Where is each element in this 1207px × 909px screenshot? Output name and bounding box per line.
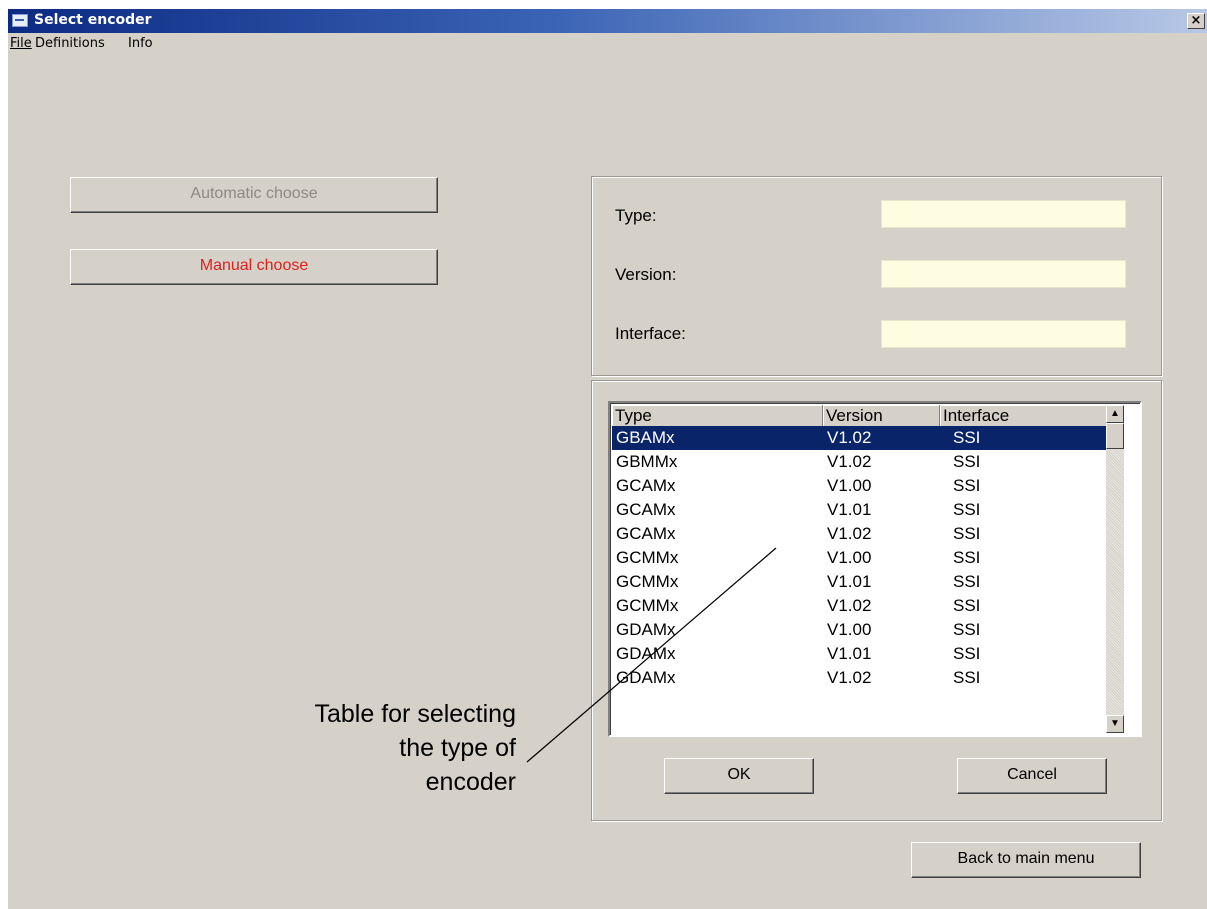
cell-type: GCAMx (616, 476, 676, 495)
cell-interface: SSI (953, 548, 981, 567)
table-row[interactable]: GBMMx V1.02 SSI (612, 450, 1106, 474)
cell-version: V1.01 (827, 572, 872, 591)
manual-choose-label: Manual choose (199, 257, 309, 274)
interface-label: Interface: (615, 324, 686, 343)
cell-type: GCAMx (616, 524, 676, 543)
app-icon[interactable] (12, 14, 28, 27)
cell-version: V1.02 (827, 668, 872, 687)
cell-version: V1.02 (827, 452, 872, 471)
header-type[interactable]: Type (612, 405, 823, 426)
ok-label: OK (727, 766, 751, 783)
cell-version: V1.01 (827, 500, 872, 519)
close-button[interactable]: × (1187, 13, 1205, 29)
cell-interface: SSI (953, 668, 981, 687)
type-field[interactable] (881, 200, 1126, 228)
menu-info[interactable]: Info (128, 36, 153, 51)
automatic-choose-button[interactable]: Automatic choose (70, 177, 438, 213)
scroll-thumb[interactable] (1106, 423, 1124, 449)
table-row[interactable]: GBAMx V1.02 SSI (612, 426, 1106, 450)
table-row[interactable]: GDAMx V1.01 SSI (612, 642, 1106, 666)
menu-definitions-label: Definitions (35, 36, 105, 51)
cell-interface: SSI (953, 572, 981, 591)
annotation-line-2: the type of (399, 734, 516, 762)
title-bar[interactable]: Select encoder × (8, 9, 1207, 33)
cell-interface: SSI (953, 428, 981, 447)
cell-type: GCMMx (616, 596, 679, 615)
cell-version: V1.02 (827, 596, 872, 615)
cancel-button[interactable]: Cancel (957, 758, 1107, 794)
type-label: Type: (615, 206, 657, 225)
table-row[interactable]: GDAMx V1.02 SSI (612, 666, 1106, 690)
menu-file-label: File (10, 36, 32, 51)
menu-info-label: Info (128, 36, 153, 51)
cell-version: V1.01 (827, 644, 872, 663)
vertical-scrollbar[interactable]: ▲ ▼ (1106, 405, 1124, 733)
table-row[interactable]: GDAMx V1.00 SSI (612, 618, 1106, 642)
header-version[interactable]: Version (823, 405, 940, 426)
menu-definitions[interactable]: Definitions (35, 36, 105, 51)
interface-field[interactable] (881, 320, 1126, 348)
manual-choose-button[interactable]: Manual choose (70, 249, 438, 285)
cell-interface: SSI (953, 452, 981, 471)
cell-interface: SSI (953, 644, 981, 663)
cell-version: V1.00 (827, 476, 872, 495)
cell-interface: SSI (953, 620, 981, 639)
annotation-line-3: encoder (425, 768, 516, 796)
cell-type: GCMMx (616, 548, 679, 567)
table-row[interactable]: GCAMx V1.01 SSI (612, 498, 1106, 522)
annotation-text: Table for selecting the type of encoder (200, 697, 516, 799)
cell-version: V1.02 (827, 524, 872, 543)
cell-version: V1.00 (827, 620, 872, 639)
automatic-choose-label: Automatic choose (190, 185, 318, 202)
menu-file[interactable]: File (10, 36, 32, 51)
window-title: Select encoder (34, 12, 152, 28)
back-to-main-menu-button[interactable]: Back to main menu (911, 842, 1141, 878)
back-to-main-menu-label: Back to main menu (957, 850, 1095, 867)
table-row[interactable]: GCMMx V1.02 SSI (612, 594, 1106, 618)
cell-version: V1.02 (827, 428, 872, 447)
cell-type: GBAMx (616, 428, 675, 447)
cell-interface: SSI (953, 524, 981, 543)
cell-type: GBMMx (616, 452, 678, 471)
cell-type: GDAMx (616, 668, 676, 687)
table-row[interactable]: GCMMx V1.01 SSI (612, 570, 1106, 594)
encoder-table[interactable]: Type Version Interface GBAMx V1.02 SSI GBMM… (608, 401, 1142, 737)
cell-interface: SSI (953, 500, 981, 519)
cell-interface: SSI (953, 476, 981, 495)
version-field[interactable] (881, 260, 1126, 288)
cell-interface: SSI (953, 596, 981, 615)
cell-type: GDAMx (616, 620, 676, 639)
table-row[interactable]: GCMMx V1.00 SSI (612, 546, 1106, 570)
version-label: Version: (615, 265, 677, 284)
table-header: Type Version Interface (612, 405, 1106, 426)
cell-type: GCMMx (616, 572, 679, 591)
cell-type: GCAMx (616, 500, 676, 519)
cell-type: GDAMx (616, 644, 676, 663)
table-row[interactable]: GCAMx V1.00 SSI (612, 474, 1106, 498)
table-row[interactable]: GCAMx V1.02 SSI (612, 522, 1106, 546)
scroll-down-button[interactable]: ▼ (1106, 715, 1124, 733)
annotation-line-1: Table for selecting (314, 700, 516, 728)
ok-button[interactable]: OK (664, 758, 814, 794)
cancel-label: Cancel (1007, 766, 1057, 783)
cell-version: V1.00 (827, 548, 872, 567)
header-interface[interactable]: Interface (940, 405, 1106, 426)
scroll-up-button[interactable]: ▲ (1106, 405, 1124, 423)
